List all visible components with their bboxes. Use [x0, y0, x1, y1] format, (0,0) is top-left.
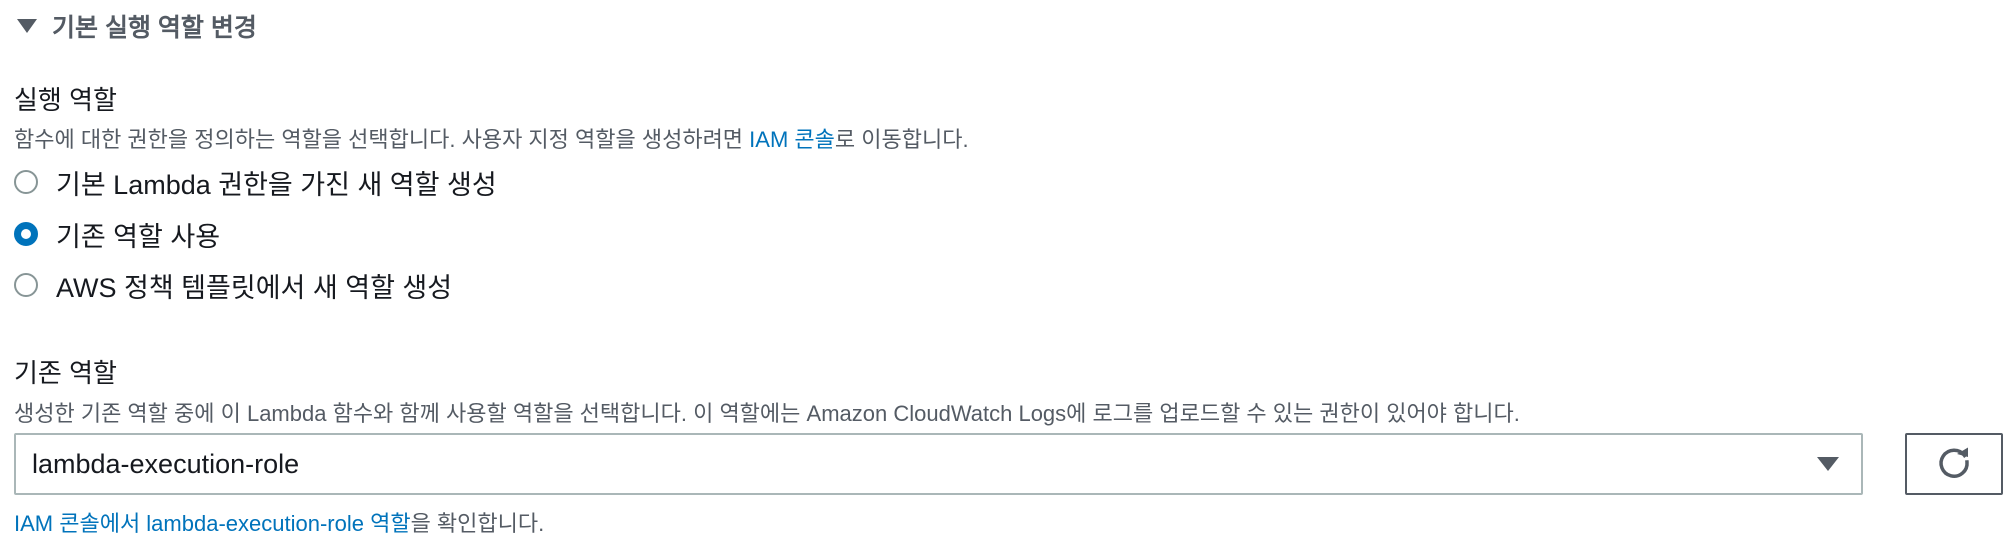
caret-down-icon	[14, 13, 40, 39]
execution-role-description: 함수에 대한 권한을 정의하는 역할을 선택합니다. 사용자 지정 역할을 생성…	[14, 122, 969, 154]
radio-button[interactable]	[14, 273, 38, 297]
existing-role-select[interactable]: lambda-execution-role	[14, 433, 1863, 495]
refresh-icon	[1935, 443, 1973, 486]
radio-button-selected[interactable]	[14, 222, 38, 246]
refresh-button[interactable]	[1905, 433, 2003, 495]
execution-role-description-suffix: 로 이동합니다.	[834, 127, 969, 152]
section-title: 기본 실행 역할 변경	[52, 14, 257, 42]
radio-option-policy-template[interactable]: AWS 정책 템플릿에서 새 역할 생성	[14, 265, 452, 305]
execution-role-description-prefix: 함수에 대한 권한을 정의하는 역할을 선택합니다. 사용자 지정 역할을 생성…	[14, 127, 750, 152]
radio-option-label: 기본 Lambda 권한을 가진 새 역할 생성	[56, 169, 497, 200]
existing-role-select-value: lambda-execution-role	[32, 448, 300, 479]
radio-button[interactable]	[14, 170, 38, 194]
execution-role-panel: 기본 실행 역할 변경 실행 역할 함수에 대한 권한을 정의하는 역할을 선택…	[0, 0, 2012, 540]
radio-option-label: AWS 정책 템플릿에서 새 역할 생성	[56, 272, 453, 303]
existing-role-footer-suffix: 을 확인합니다.	[410, 511, 545, 536]
execution-role-label: 실행 역할	[14, 85, 117, 115]
radio-option-existing-role[interactable]: 기존 역할 사용	[14, 214, 220, 254]
view-role-in-iam-link[interactable]: IAM 콘솔에서 lambda-execution-role 역할	[14, 511, 411, 536]
existing-role-label: 기존 역할	[14, 358, 117, 388]
existing-role-footer: IAM 콘솔에서 lambda-execution-role 역할을 확인합니다…	[14, 506, 544, 538]
radio-option-label: 기존 역할 사용	[56, 221, 221, 252]
iam-console-link[interactable]: IAM 콘솔	[749, 127, 835, 152]
existing-role-description: 생성한 기존 역할 중에 이 Lambda 함수와 함께 사용할 역할을 선택합…	[14, 401, 1520, 426]
radio-option-new-basic-role[interactable]: 기본 Lambda 권한을 가진 새 역할 생성	[14, 162, 497, 202]
section-toggle[interactable]: 기본 실행 역할 변경	[14, 6, 257, 46]
caret-down-icon	[1813, 449, 1843, 479]
